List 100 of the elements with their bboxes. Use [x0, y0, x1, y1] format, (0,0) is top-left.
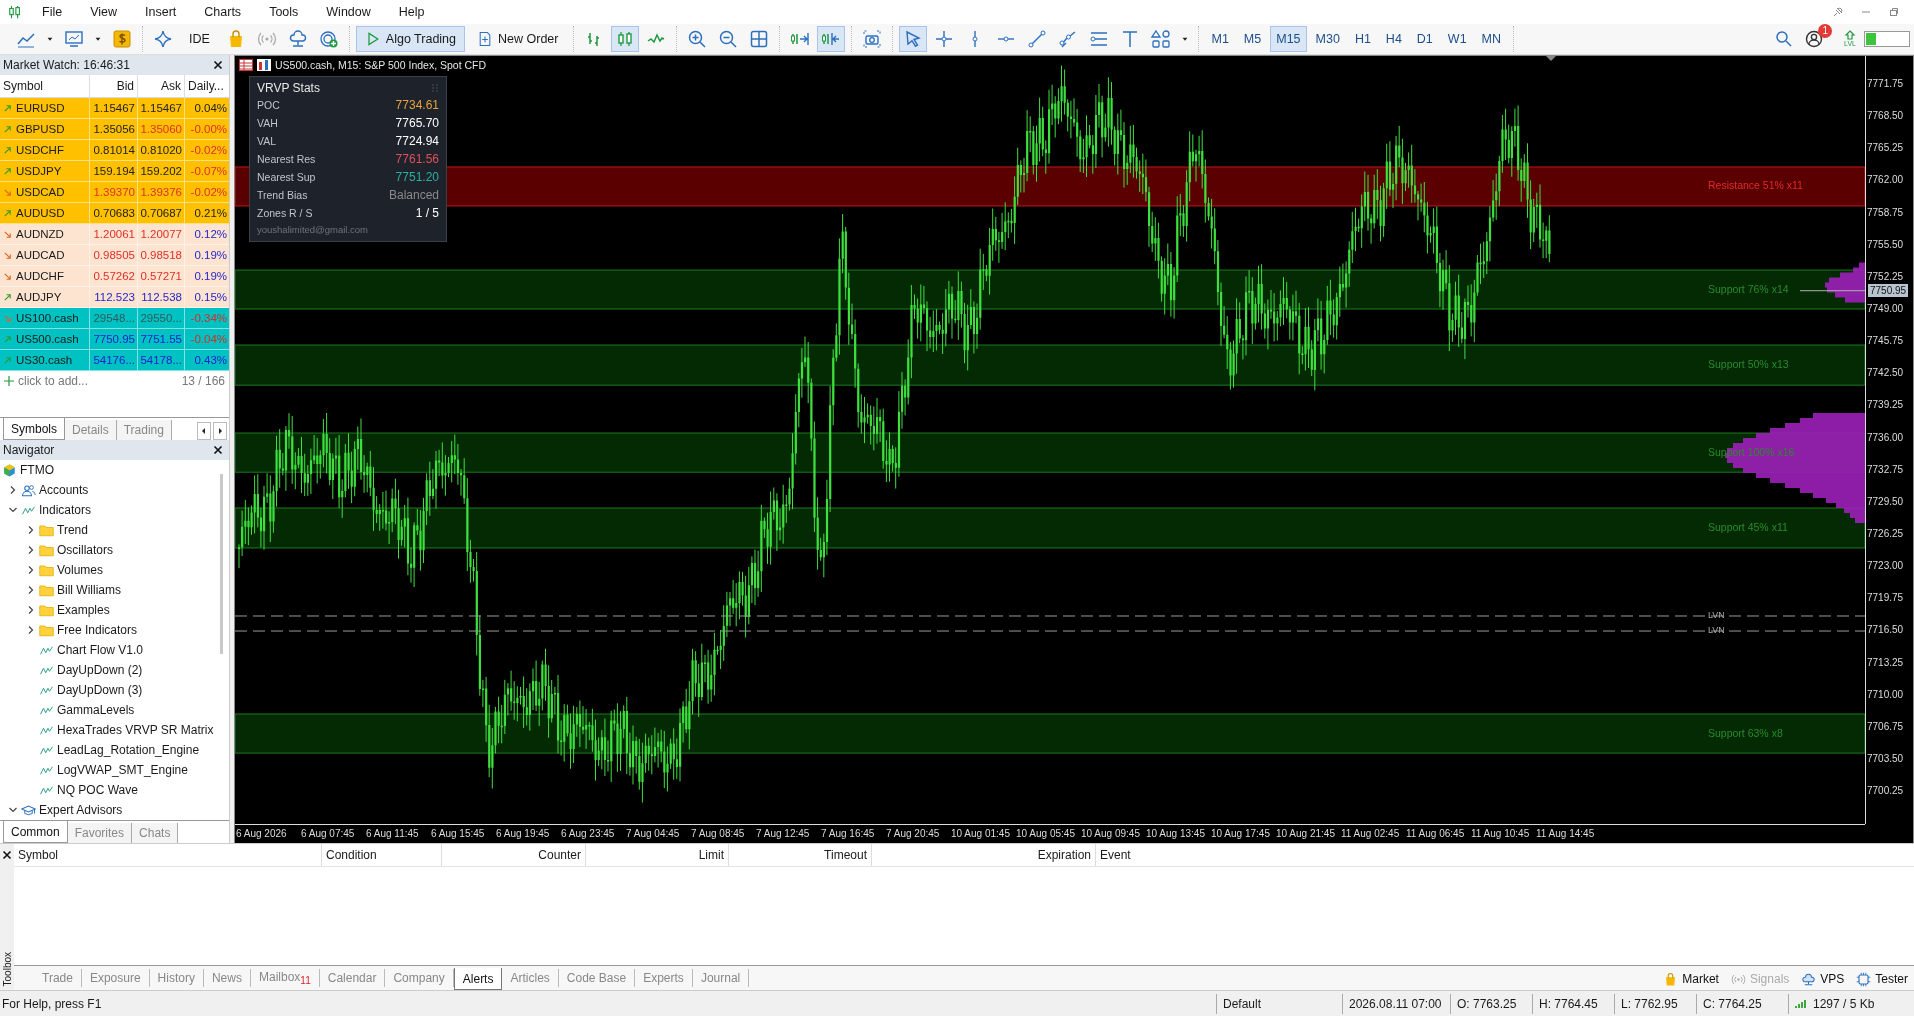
time-tick-label: 7 Aug 08:45: [690, 827, 746, 841]
expander-icon[interactable]: [26, 525, 36, 535]
timeframe-button[interactable]: M30: [1309, 26, 1346, 52]
service-button[interactable]: VPS: [1795, 968, 1851, 990]
quote-row[interactable]: US100.cash 29548... 29550... -0.34%: [0, 308, 229, 329]
scrollbar[interactable]: [220, 474, 223, 654]
tree-item[interactable]: LeadLag_Rotation_Engine: [57, 743, 200, 757]
expander-icon[interactable]: [26, 625, 36, 635]
scroll-left-icon[interactable]: [197, 422, 211, 440]
tree-item[interactable]: Volumes: [57, 563, 104, 577]
service-button[interactable]: Market: [1657, 968, 1725, 990]
bid-price: 1.39370: [93, 186, 135, 198]
menu-item[interactable]: View: [82, 3, 126, 21]
symbol-name: EURUSD: [16, 102, 65, 114]
tree-item[interactable]: Chart Flow V1.0: [57, 643, 144, 657]
timeframe-button[interactable]: W1: [1441, 26, 1473, 52]
tree-item[interactable]: Accounts: [39, 483, 89, 497]
tree-item[interactable]: Free Indicators: [57, 623, 138, 637]
timeframe-button[interactable]: D1: [1410, 26, 1439, 52]
service-button[interactable]: Tester: [1850, 968, 1914, 990]
column-header[interactable]: Symbol: [14, 844, 322, 866]
expander-icon[interactable]: [26, 585, 36, 595]
zone-label: Support 45% x11: [1708, 520, 1788, 533]
bid-price: 1.15467: [93, 102, 135, 114]
ide-button[interactable]: IDE: [180, 26, 219, 52]
close-icon[interactable]: [213, 445, 223, 455]
tree-item[interactable]: GammaLevels: [57, 703, 135, 717]
quote-row[interactable]: AUDJPY 112.523 112.538 0.15%: [0, 287, 229, 308]
close-icon[interactable]: [213, 60, 223, 70]
quote-row[interactable]: US30.cash 54176... 54178... 0.43%: [0, 350, 229, 371]
timeframe-button[interactable]: M15: [1270, 26, 1307, 52]
tree-item[interactable]: HexaTrades VRVP SR Matrix: [57, 723, 214, 737]
timeframe-button[interactable]: M1: [1205, 26, 1235, 52]
tree-item[interactable]: DayUpDown (3): [57, 683, 143, 697]
toolbox-tab[interactable]: Calendar: [319, 969, 386, 987]
column-header[interactable]: Condition: [322, 844, 442, 866]
price-tick-label: 7755.50: [1866, 238, 1904, 250]
timeframe-button[interactable]: M5: [1237, 26, 1268, 52]
expander-icon[interactable]: [8, 805, 18, 815]
menu-item[interactable]: Insert: [137, 3, 185, 21]
panel-tab[interactable]: Symbols: [3, 418, 65, 440]
quote-row[interactable]: AUDNZD 1.20061 1.20077 0.12%: [0, 224, 229, 245]
account-icon[interactable]: [1804, 29, 1824, 49]
panel-tab[interactable]: Common: [3, 821, 68, 843]
quote-row[interactable]: EURUSD 1.15467 1.15467 0.04%: [0, 98, 229, 119]
column-header[interactable]: Timeout: [729, 844, 872, 866]
column-header[interactable]: Expiration: [872, 844, 1096, 866]
candlestick-icon[interactable]: [611, 26, 640, 52]
menu-item[interactable]: Help: [390, 3, 433, 21]
expander-icon[interactable]: [26, 565, 36, 575]
menu-item[interactable]: Window: [318, 3, 379, 21]
tree-item[interactable]: Examples: [57, 603, 110, 617]
expander-icon[interactable]: [26, 545, 36, 555]
toolbox-tab[interactable]: Mailbox$_{11}$: [250, 969, 320, 987]
column-header[interactable]: Limit: [586, 844, 729, 866]
timeframe-button[interactable]: MN: [1475, 26, 1508, 52]
chip-icon: [1856, 971, 1872, 987]
menu-item[interactable]: Tools: [261, 3, 307, 21]
menu-item[interactable]: File: [34, 3, 71, 21]
tree-item[interactable]: Indicators: [39, 503, 92, 517]
tree-item[interactable]: Trend: [57, 523, 88, 537]
plus-icon[interactable]: [4, 376, 14, 386]
menu-item[interactable]: Charts: [196, 3, 250, 21]
close-icon[interactable]: [2, 850, 12, 860]
scroll-right-icon[interactable]: [213, 422, 227, 440]
quote-row[interactable]: US500.cash 7750.95 7751.55 -0.04%: [0, 329, 229, 350]
tree-item[interactable]: NQ POC Wave: [57, 783, 138, 797]
pin-icon[interactable]: [1832, 6, 1844, 18]
symbol-count: 13 / 166: [181, 374, 225, 388]
restore-icon[interactable]: [1888, 6, 1900, 18]
tree-item[interactable]: Bill Williams: [57, 583, 121, 597]
toolbox-tab[interactable]: Alerts: [453, 968, 503, 990]
tree-item[interactable]: DayUpDown (2): [57, 663, 143, 677]
add-symbol-link[interactable]: click to add...: [18, 374, 89, 388]
chart-shift-icon[interactable]: [817, 26, 846, 52]
quote-row[interactable]: USDCAD 1.39370 1.39376 -0.02%: [0, 182, 229, 203]
quote-row[interactable]: AUDUSD 0.70683 0.70687 0.21%: [0, 203, 229, 224]
expander-icon[interactable]: [8, 505, 18, 515]
column-header[interactable]: Event: [1096, 844, 1914, 866]
tree-item[interactable]: Oscillators: [57, 543, 113, 557]
quote-row[interactable]: AUDCAD 0.98505 0.98518 0.19%: [0, 245, 229, 266]
cursor-icon[interactable]: [899, 26, 928, 52]
algo-trading-button[interactable]: Algo Trading: [355, 26, 466, 52]
tree-item[interactable]: Expert Advisors: [39, 803, 123, 817]
timeframe-button[interactable]: H4: [1379, 26, 1408, 52]
quote-row[interactable]: USDCHF 0.81014 0.81020 -0.02%: [0, 140, 229, 161]
new-order-button[interactable]: New Order: [468, 26, 568, 52]
expander-icon[interactable]: [8, 485, 18, 495]
column-header[interactable]: Counter: [442, 844, 586, 866]
expander-icon[interactable]: [26, 605, 36, 615]
quote-row[interactable]: USDJPY 159.194 159.202 -0.07%: [0, 161, 229, 182]
timeframe-button[interactable]: H1: [1348, 26, 1377, 52]
tree-item[interactable]: LogVWAP_SMT_Engine: [57, 763, 188, 777]
list-icon[interactable]: [239, 59, 253, 71]
grip-icon[interactable]: [431, 83, 439, 93]
zone-label: Support 50% x13: [1708, 358, 1789, 371]
quote-row[interactable]: AUDCHF 0.57262 0.57271 0.19%: [0, 266, 229, 287]
connection-meter-icon: [1864, 31, 1910, 47]
quote-row[interactable]: GBPUSD 1.35056 1.35060 -0.00%: [0, 119, 229, 140]
tree-item[interactable]: FTMO: [20, 463, 54, 477]
